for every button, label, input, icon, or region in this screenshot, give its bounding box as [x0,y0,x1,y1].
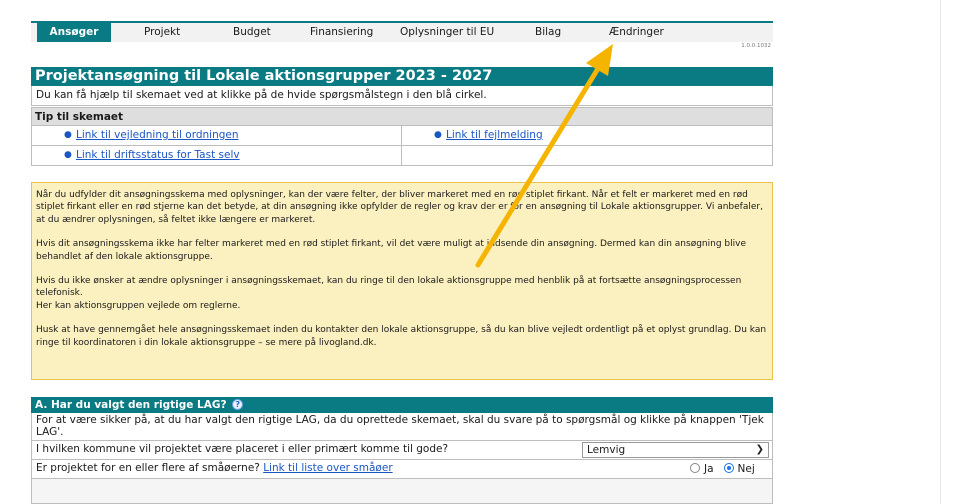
tips-header: Tip til skemaet [31,107,773,126]
link-vejledning[interactable]: Link til vejledning til ordningen [76,126,239,144]
radio-ja-label: Ja [704,463,714,475]
kommune-row: I hvilken kommune vil projektet være pla… [31,441,773,460]
notice-paragraph: Når du udfylder dit ansøgningsskema med … [36,190,763,225]
bullet-icon: ● [64,130,72,140]
notice-paragraph: Her kan aktionsgruppen vejlede om regler… [36,300,241,311]
kommune-value: Lemvig [587,444,626,456]
radio-nej-label: Nej [737,463,755,475]
radio-nej[interactable] [723,463,734,473]
radio-ja[interactable] [690,463,700,473]
bullet-icon: ● [434,130,442,140]
smaaoer-radio-group: Ja Nej [690,461,755,477]
smaaoer-label: Er projektet for en eller flere af småøe… [36,462,260,474]
link-smaaoer-liste[interactable]: Link til liste over småøer [263,462,392,474]
notice-paragraph: Hvis du ikke ønsker at ændre oplysninger… [36,276,742,299]
page-title: Projektansøgning til Lokale aktionsgrupp… [31,67,773,86]
link-fejlmelding[interactable]: Link til fejlmelding [446,126,543,144]
section-a-title: A. Har du valgt den rigtige LAG? [35,399,227,411]
notice-paragraph: Hvis dit ansøgningsskema ikke har felter… [36,239,746,262]
help-question-icon[interactable]: ? [232,399,244,410]
section-a-next-row [31,479,773,504]
tab-aendringer[interactable]: Ændringer [609,23,664,42]
tab-ansoger[interactable]: Ansøger [37,23,111,42]
tab-budget[interactable]: Budget [233,23,271,42]
chevron-down-icon: ❯ [755,444,764,455]
smaaoer-row: Er projektet for en eller flere af småøe… [31,460,773,479]
window-edge [940,0,941,504]
tab-oplysninger-eu[interactable]: Oplysninger til EU [400,23,494,42]
help-text: Du kan få hjælp til skemaet ved at klikk… [31,86,773,106]
tab-finansiering[interactable]: Finansiering [310,23,373,42]
section-a: A. Har du valgt den rigtige LAG? ? For a… [31,397,773,504]
application-form: Ansøger Projekt Budget Finansiering Oply… [31,14,773,504]
tips-grid: ● Link til vejledning til ordningen ● Li… [31,126,773,166]
version-number: 1.0.0.1032 [741,43,771,49]
notice-box: Når du udfylder dit ansøgningsskema med … [31,182,773,380]
link-driftsstatus[interactable]: Link til driftsstatus for Tast selv [76,146,240,164]
notice-paragraph: Husk at have gennemgået hele ansøgningss… [36,325,767,348]
section-a-intro: For at være sikker på, at du har valgt d… [31,413,773,441]
section-a-header: A. Har du valgt den rigtige LAG? ? [31,397,773,413]
tab-bilag[interactable]: Bilag [535,23,561,42]
kommune-label: I hvilken kommune vil projektet være pla… [36,443,449,455]
bullet-icon: ● [64,150,72,160]
tab-bar: Ansøger Projekt Budget Finansiering Oply… [31,21,773,42]
kommune-select[interactable]: Lemvig ❯ [582,442,769,458]
tab-projekt[interactable]: Projekt [144,23,180,42]
